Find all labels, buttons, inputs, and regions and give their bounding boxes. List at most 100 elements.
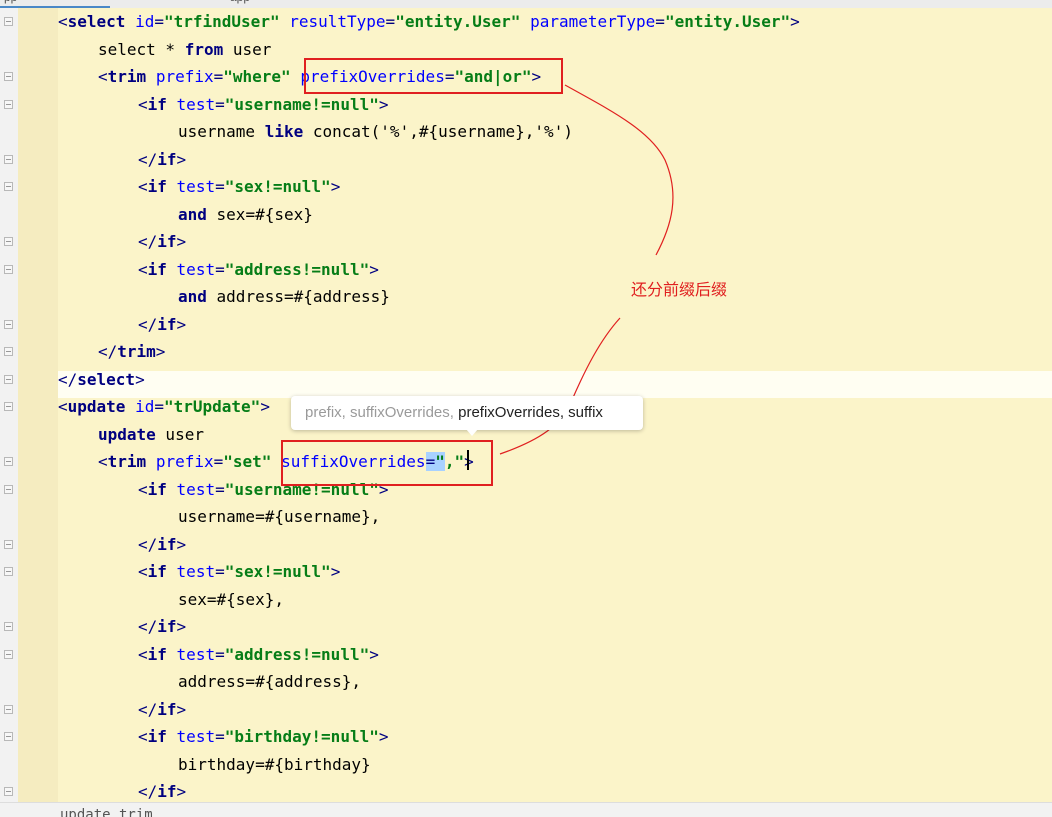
fold-marker-icon[interactable]	[4, 649, 13, 659]
code-token: >	[378, 727, 389, 746]
code-token: >	[176, 232, 187, 251]
code-token: and	[178, 287, 207, 306]
code-token: prefix	[155, 452, 214, 471]
fold-marker-icon[interactable]	[4, 182, 13, 191]
code-line[interactable]: </if>	[138, 778, 186, 802]
code-token: prefix	[155, 67, 214, 86]
fold-marker-icon[interactable]	[4, 484, 13, 494]
code-token: if	[147, 644, 167, 664]
code-line[interactable]: <if test="sex!=null">	[138, 558, 340, 586]
fold-marker-icon[interactable]	[4, 567, 13, 576]
code-line[interactable]: </trim>	[98, 338, 165, 366]
code-token: =	[154, 12, 164, 31]
code-token: address=#{address}	[206, 287, 390, 306]
fold-marker-icon[interactable]	[4, 732, 13, 741]
code-token: "entity.User"	[664, 12, 791, 31]
code-token: >	[176, 314, 187, 334]
code-token: =	[215, 644, 225, 664]
code-token: =	[215, 259, 225, 279]
fold-marker-icon[interactable]	[4, 347, 13, 356]
code-line[interactable]: </if>	[138, 613, 186, 641]
fold-marker-icon[interactable]	[4, 319, 13, 329]
fold-marker-icon[interactable]	[4, 402, 13, 411]
code-line[interactable]: <if test="sex!=null">	[138, 173, 340, 201]
code-token: >	[369, 644, 379, 664]
code-line[interactable]: and sex=#{sex}	[178, 201, 313, 229]
fold-marker-icon[interactable]	[4, 787, 13, 796]
code-line[interactable]: <if test="username!=null">	[138, 91, 388, 119]
code-token: </	[98, 342, 118, 361]
code-line[interactable]: and address=#{address}	[178, 283, 390, 311]
popup-pointer	[466, 429, 478, 436]
code-line[interactable]: birthday=#{birthday}	[178, 751, 371, 779]
code-token: username=#{username},	[178, 507, 381, 526]
code-token: =	[385, 12, 396, 31]
code-token: <	[138, 644, 148, 664]
fold-marker-icon[interactable]	[4, 72, 13, 81]
fold-marker-icon[interactable]	[4, 264, 13, 274]
editor-gutter	[0, 8, 19, 802]
code-token: if	[147, 479, 167, 499]
code-line[interactable]: update user	[98, 421, 204, 449]
fold-marker-icon[interactable]	[4, 17, 13, 26]
code-line[interactable]: </if>	[138, 146, 186, 174]
code-token: =	[215, 177, 225, 196]
code-token: if	[157, 782, 177, 801]
code-token: trim	[107, 67, 147, 86]
fold-marker-icon[interactable]	[4, 622, 13, 631]
code-token: "birthday!=null"	[224, 727, 379, 746]
code-line[interactable]: username like concat('%',#{username},'%'…	[178, 118, 573, 146]
fold-marker-icon[interactable]	[4, 704, 13, 714]
breadcrumb-bar: update trim	[0, 802, 1052, 817]
code-token: like	[264, 122, 304, 141]
code-token: >	[176, 534, 187, 554]
code-token: test	[176, 479, 216, 499]
code-line[interactable]: <update id="trUpdate">	[58, 393, 270, 421]
code-line[interactable]: select * from user	[98, 36, 271, 64]
code-line[interactable]: <if test="address!=null">	[138, 256, 379, 284]
fold-marker-icon[interactable]	[4, 154, 13, 164]
code-line[interactable]: username=#{username},	[178, 503, 380, 531]
code-token: "sex!=null"	[224, 562, 331, 581]
code-line[interactable]: <if test="address!=null">	[138, 641, 379, 669]
code-token: if	[157, 699, 177, 719]
completion-popup[interactable]: prefix, suffixOverrides, prefixOverrides…	[291, 396, 643, 430]
code-token: test	[176, 562, 216, 581]
code-token: "entity.User"	[395, 12, 521, 31]
fold-marker-icon[interactable]	[4, 374, 13, 384]
code-token: >	[790, 12, 800, 31]
fold-marker-icon[interactable]	[4, 237, 13, 246]
tab-2[interactable]: app	[230, 0, 250, 8]
text-caret	[467, 450, 469, 470]
completion-items[interactable]: prefixOverrides, suffix	[458, 404, 603, 421]
fold-marker-icon[interactable]	[4, 539, 13, 549]
code-token: if	[147, 562, 167, 581]
code-token: address=#{address},	[178, 672, 362, 691]
code-token: >	[260, 397, 270, 416]
code-line[interactable]: </if>	[138, 311, 186, 339]
code-token: "address!=null"	[224, 644, 370, 664]
code-token: if	[157, 314, 177, 334]
code-token: =	[655, 12, 665, 31]
code-token: <	[138, 177, 148, 196]
code-line[interactable]: <select id="trfindUser" resultType="enti…	[58, 8, 800, 36]
fold-marker-icon[interactable]	[4, 457, 13, 466]
code-line[interactable]: </select>	[58, 366, 145, 394]
code-line[interactable]: </if>	[138, 696, 186, 724]
code-line[interactable]: </if>	[138, 531, 186, 559]
fold-marker-icon[interactable]	[4, 99, 13, 109]
code-line[interactable]: sex=#{sex},	[178, 586, 284, 614]
code-line[interactable]: address=#{address},	[178, 668, 361, 696]
code-token: test	[176, 644, 216, 664]
code-token: if	[157, 617, 177, 636]
code-token: parameterType	[530, 12, 656, 31]
code-line[interactable]: </if>	[138, 228, 186, 256]
code-line[interactable]: <if test="birthday!=null">	[138, 723, 388, 751]
editor-tab-bar: pp app	[0, 0, 1052, 8]
